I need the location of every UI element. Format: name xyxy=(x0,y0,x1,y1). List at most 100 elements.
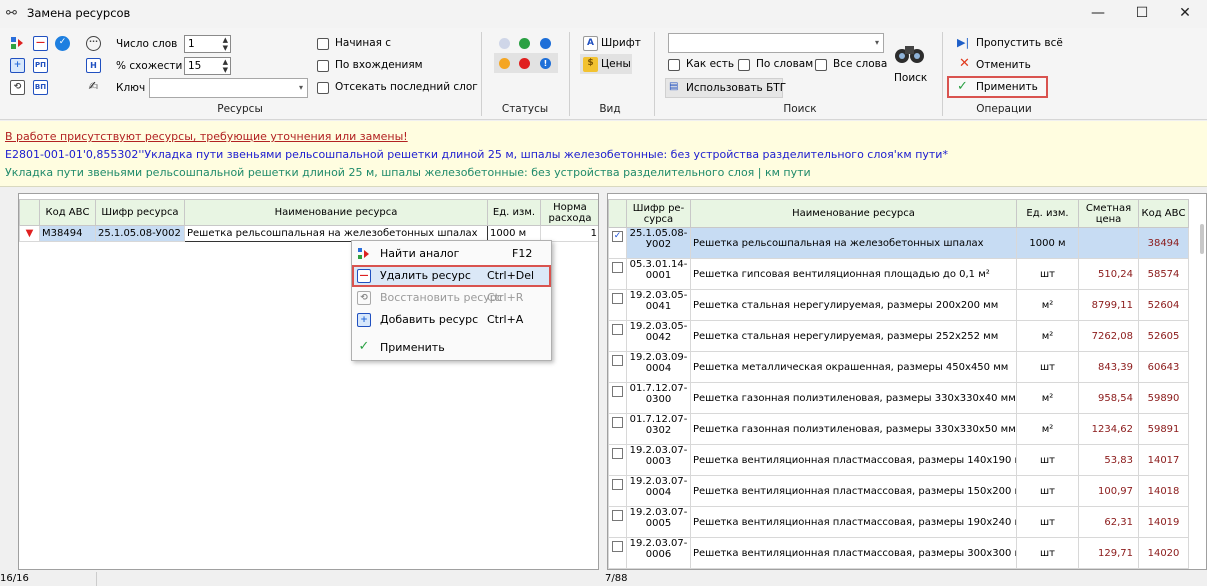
check-circle-icon[interactable]: ✓ xyxy=(55,36,70,51)
header-abc-code[interactable]: Код АВС xyxy=(1138,199,1189,228)
row-checkbox[interactable] xyxy=(608,258,627,290)
font-button[interactable]: Шрифт xyxy=(601,37,641,49)
font-icon[interactable]: A xyxy=(583,36,598,51)
cell-price[interactable]: 1234,62 xyxy=(1078,413,1139,445)
status-red-dot[interactable] xyxy=(519,58,530,69)
row-checkbox[interactable] xyxy=(608,413,627,445)
use-btg-button[interactable]: ▤ Использовать БТГ xyxy=(665,78,786,98)
cell-code[interactable]: 25.1.05.08-У002 xyxy=(626,227,691,259)
header-norm[interactable]: Норма расхода xyxy=(540,199,598,226)
cell-abc[interactable]: 14019 xyxy=(1138,506,1189,538)
cell-price[interactable]: 510,24 xyxy=(1078,258,1139,290)
cell-abc[interactable]: 59890 xyxy=(1138,382,1189,414)
cell-code[interactable]: 19.2.03.09- 0004 xyxy=(626,351,691,383)
all-words-checkbox[interactable] xyxy=(815,59,827,71)
header-resource-code[interactable]: Шифр ресурса xyxy=(95,199,185,226)
table-row[interactable]: 19.2.03.05- 0041 Решетка стальная нерегули… xyxy=(608,289,1189,321)
word-count-stepper[interactable]: 1 ▲ ▼ xyxy=(184,35,231,53)
cell-unit[interactable]: шт xyxy=(1016,537,1079,569)
cell-unit[interactable]: шт xyxy=(1016,351,1079,383)
table-row[interactable]: 19.2.03.05- 0042 Решетка стальная нерегули… xyxy=(608,320,1189,352)
search-combo[interactable]: ▾ xyxy=(668,33,884,53)
menu-item-delete-resource[interactable]: — Удалить ресурс Ctrl+Del xyxy=(352,265,551,287)
table-row[interactable]: 05.3.01.14- 0001 Решетка гипсовая вентиляц… xyxy=(608,258,1189,290)
cell-unit[interactable]: м² xyxy=(1016,320,1079,352)
row-checkbox[interactable] xyxy=(608,351,627,383)
rp-icon[interactable]: РП xyxy=(33,58,48,73)
cell-unit[interactable]: шт xyxy=(1016,258,1079,290)
cell-price[interactable]: 7262,08 xyxy=(1078,320,1139,352)
cell-name[interactable]: Решетка гипсовая вентиляционная площадью… xyxy=(690,258,1017,290)
by-occurrence-checkbox[interactable] xyxy=(317,60,329,72)
apply-button[interactable]: ✓ Применить xyxy=(947,76,1048,98)
cut-syllable-checkbox[interactable] xyxy=(317,82,329,94)
cell-name[interactable]: Решетка вентиляционная пластмассовая, ра… xyxy=(690,506,1017,538)
menu-item-apply[interactable]: ✓ Применить xyxy=(352,337,551,359)
starts-with-checkbox[interactable] xyxy=(317,38,329,50)
cell-name[interactable]: Решетка рельсошпальная на железобетонных… xyxy=(690,227,1017,259)
cell-price[interactable]: 100,97 xyxy=(1078,475,1139,507)
cell-unit[interactable]: шт xyxy=(1016,506,1079,538)
table-row[interactable]: 19.2.03.07- 0003 Решетка вентиляционная пл… xyxy=(608,444,1189,476)
cell-code[interactable]: 01.7.12.07- 0302 xyxy=(626,413,691,445)
header-estimate-price[interactable]: Сметная цена xyxy=(1078,199,1139,228)
minimize-button[interactable]: — xyxy=(1076,0,1120,28)
cell-name[interactable]: Решетка газонная полиэтиленовая, размеры… xyxy=(690,413,1017,445)
add-resource-icon[interactable]: + xyxy=(10,58,25,73)
menu-item-restore-resource[interactable]: ⟲ Восстановить ресурс Ctrl+R xyxy=(352,287,551,309)
row-checkbox[interactable] xyxy=(608,537,627,569)
cell-abc[interactable]: 52604 xyxy=(1138,289,1189,321)
vp-icon[interactable]: ВП xyxy=(33,80,48,95)
cell-price[interactable]: 8799,11 xyxy=(1078,289,1139,321)
cell-name[interactable]: Решетка вентиляционная пластмассовая, ра… xyxy=(690,537,1017,569)
restore-icon[interactable]: ⟲ xyxy=(10,80,25,95)
menu-item-add-resource[interactable]: + Добавить ресурс Ctrl+A xyxy=(352,309,551,331)
status-info-dot[interactable]: ! xyxy=(540,58,551,69)
header-resource-name[interactable]: Наименование ресурса xyxy=(690,199,1017,228)
warning-text[interactable]: В работе присутствуют ресурсы, требующие… xyxy=(5,130,408,143)
header-resource-name[interactable]: Наименование ресурса xyxy=(184,199,488,226)
close-button[interactable]: ✕ xyxy=(1163,0,1207,28)
status-blue-dot[interactable] xyxy=(540,38,551,49)
cell-price[interactable]: 62,31 xyxy=(1078,506,1139,538)
header-resource-code[interactable]: Шифр ре-сурса xyxy=(626,199,691,228)
cell-unit[interactable]: шт xyxy=(1016,475,1079,507)
cell-name[interactable]: Решетка стальная нерегулируемая, размеры… xyxy=(690,320,1017,352)
by-words-checkbox[interactable] xyxy=(738,59,750,71)
cell-code[interactable]: 01.7.12.07- 0300 xyxy=(626,382,691,414)
cell-name[interactable]: Решетка вентиляционная пластмассовая, ра… xyxy=(690,444,1017,476)
cancel-button[interactable]: Отменить xyxy=(976,59,1031,71)
menu-item-find-analog[interactable]: Найти аналог F12 xyxy=(352,243,551,265)
row-checkbox[interactable] xyxy=(608,444,627,476)
as-is-checkbox[interactable] xyxy=(668,59,680,71)
search-button[interactable]: Поиск xyxy=(894,72,927,84)
cell-abc[interactable]: 14017 xyxy=(1138,444,1189,476)
cell-abc[interactable]: 14018 xyxy=(1138,475,1189,507)
row-checkbox[interactable] xyxy=(608,506,627,538)
table-row[interactable]: ✓ 25.1.05.08- У002 Решетка рельсошпальная н… xyxy=(608,227,1189,259)
table-row[interactable]: 19.2.03.07- 0005 Решетка вентиляционная пл… xyxy=(608,506,1189,538)
remove-resource-icon[interactable]: — xyxy=(33,36,48,51)
cell-price[interactable]: 53,83 xyxy=(1078,444,1139,476)
cell-price[interactable]: 129,71 xyxy=(1078,537,1139,569)
cell-abc[interactable]: 60643 xyxy=(1138,351,1189,383)
table-row[interactable]: 01.7.12.07- 0300 Решетка газонная полиэтил… xyxy=(608,382,1189,414)
cell-code[interactable]: 25.1.05.08-У002 xyxy=(95,225,185,242)
cell-abc[interactable]: 59891 xyxy=(1138,413,1189,445)
scrollbar-thumb[interactable] xyxy=(1200,224,1204,254)
cell-unit[interactable]: м² xyxy=(1016,413,1079,445)
prices-icon[interactable]: $ xyxy=(583,57,598,72)
cell-code[interactable]: 19.2.03.07- 0005 xyxy=(626,506,691,538)
cell-abc[interactable]: 52605 xyxy=(1138,320,1189,352)
similarity-stepper[interactable]: 15 ▲ ▼ xyxy=(184,57,231,75)
cell-code[interactable]: 19.2.03.07- 0006 xyxy=(626,537,691,569)
maximize-button[interactable]: ☐ xyxy=(1120,0,1164,28)
status-gray-dot[interactable] xyxy=(499,38,510,49)
table-row[interactable]: 01.7.12.07- 0302 Решетка газонная полиэтил… xyxy=(608,413,1189,445)
cell-name[interactable]: Решетка газонная полиэтиленовая, размеры… xyxy=(690,382,1017,414)
key-combo[interactable]: ▾ xyxy=(149,78,308,98)
table-row[interactable]: 19.2.03.07- 0006 Решетка вентиляционная пл… xyxy=(608,537,1189,569)
cell-name[interactable]: Решетка вентиляционная пластмассовая, ра… xyxy=(690,475,1017,507)
cell-price[interactable]: 958,54 xyxy=(1078,382,1139,414)
cell-code[interactable]: 05.3.01.14- 0001 xyxy=(626,258,691,290)
